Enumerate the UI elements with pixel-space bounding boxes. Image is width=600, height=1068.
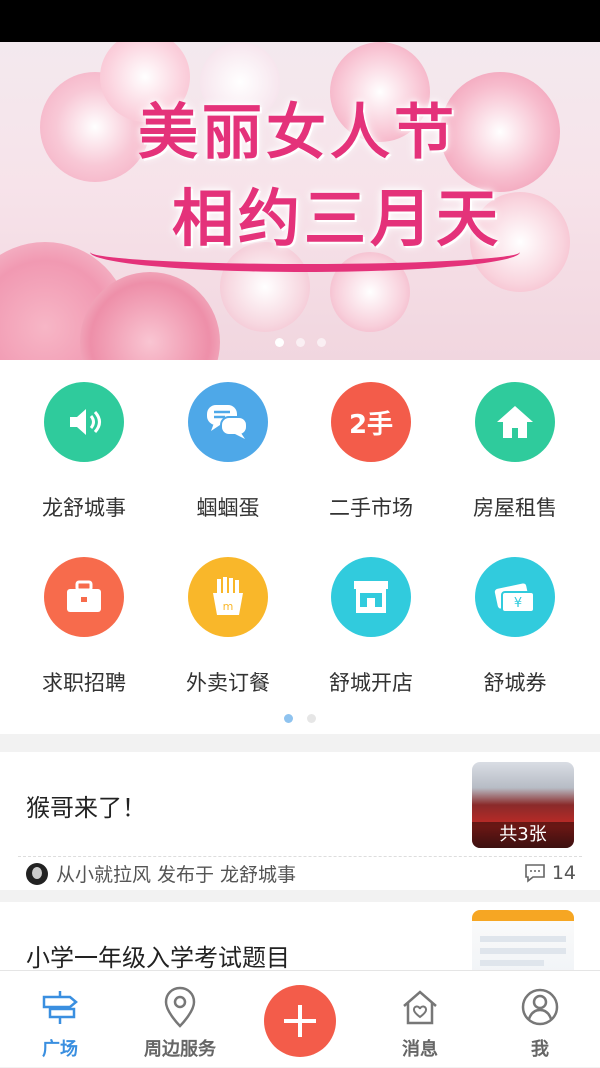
user-icon (518, 985, 562, 1029)
second-hand-icon-text: 2手 (348, 409, 394, 440)
second-hand-icon: 2手 (331, 382, 411, 462)
nav-label: 周边服务 (144, 1039, 216, 1060)
house-icon (475, 382, 555, 462)
nav-nearby[interactable]: 周边服务 (120, 971, 240, 1068)
banner-pager (0, 338, 600, 347)
banner-dot (316, 338, 326, 347)
grid-label: 蝈蝈蛋 (196, 496, 260, 520)
feed-title: 猴哥来了！ (26, 794, 146, 822)
grid-label: 求职招聘 (42, 671, 126, 695)
grid-item-jobs[interactable]: 求职招聘 (9, 535, 159, 705)
nav-label: 我 (531, 1039, 549, 1060)
feed-thumbnail[interactable] (472, 910, 574, 972)
grid-item-city-news[interactable]: 龙舒城事 (9, 360, 159, 530)
comment-count-value: 14 (551, 862, 576, 884)
feed-card[interactable]: 猴哥来了！ 共3张 从小就拉风 发布于 龙舒城事 14 (0, 752, 600, 890)
feed-title: 小学一年级入学考试题目 (26, 944, 290, 972)
banner-dot (274, 338, 284, 347)
banner-title-line2: 相约三月天 (172, 182, 503, 255)
comment-icon (525, 864, 545, 883)
svg-text:¥: ¥ (514, 596, 522, 611)
coupon-icon: ¥ (475, 557, 555, 637)
grid-label: 舒城开店 (329, 671, 413, 695)
svg-text:m: m (223, 600, 234, 613)
publish-button[interactable] (264, 985, 336, 1057)
grid-item-takeout[interactable]: m 外卖订餐 (153, 535, 303, 705)
fries-icon: m (188, 557, 268, 637)
grid-item-coupon[interactable]: ¥ 舒城券 (440, 535, 590, 705)
thumb-decoration (480, 936, 566, 942)
briefcase-icon (44, 557, 124, 637)
grid-label: 房屋租售 (473, 496, 557, 520)
speaker-icon (44, 382, 124, 462)
grid-label: 舒城券 (483, 671, 547, 695)
grid-item-open-store[interactable]: 舒城开店 (296, 535, 446, 705)
promo-banner[interactable]: 美丽女人节 相约三月天 (0, 42, 600, 360)
grid-pager (0, 714, 600, 723)
plus-icon (284, 1005, 316, 1037)
comment-count[interactable]: 14 (524, 862, 576, 884)
grid-label: 外卖订餐 (186, 671, 270, 695)
chat-bubbles-icon (188, 382, 268, 462)
category-grid: 龙舒城事 蝈蝈蛋 2手 二手市场 房屋租售 求职招聘 m 外卖订餐 舒城开店 ¥… (0, 360, 600, 734)
home-heart-icon (398, 985, 442, 1029)
grid-item-second-hand[interactable]: 2手 二手市场 (296, 360, 446, 530)
grid-label: 二手市场 (329, 496, 413, 520)
nav-me[interactable]: 我 (480, 971, 600, 1068)
divider (18, 856, 582, 857)
grid-label: 龙舒城事 (42, 496, 126, 520)
banner-title-line1: 美丽女人节 (138, 98, 458, 168)
nav-label: 广场 (42, 1039, 78, 1060)
author-name[interactable]: 从小就拉风 (56, 860, 151, 887)
feed-card[interactable]: 小学一年级入学考试题目 (0, 902, 600, 972)
location-pin-icon (158, 985, 202, 1029)
banner-dot (295, 338, 305, 347)
avatar[interactable] (26, 862, 48, 885)
feed-thumbnail[interactable]: 共3张 (472, 762, 574, 848)
thumb-decoration (480, 960, 544, 966)
grid-page-dot (284, 714, 293, 723)
grid-item-guodan[interactable]: 蝈蝈蛋 (153, 360, 303, 530)
grid-item-housing[interactable]: 房屋租售 (440, 360, 590, 530)
grid-page-dot (307, 714, 316, 723)
nav-plaza[interactable]: 广场 (0, 971, 120, 1068)
thumb-decoration (480, 948, 566, 954)
image-count-label: 共3张 (472, 822, 574, 848)
feed-meta: 从小就拉风 发布于 龙舒城事 (26, 860, 296, 887)
status-bar (0, 0, 600, 42)
published-label: 发布于 (157, 864, 215, 886)
nav-label: 消息 (402, 1039, 438, 1060)
storefront-icon (331, 557, 411, 637)
plaza-icon (38, 985, 82, 1029)
nav-messages[interactable]: 消息 (360, 971, 480, 1068)
bottom-nav: 广场 周边服务 消息 我 (0, 970, 600, 1067)
channel-name[interactable]: 龙舒城事 (220, 860, 296, 887)
